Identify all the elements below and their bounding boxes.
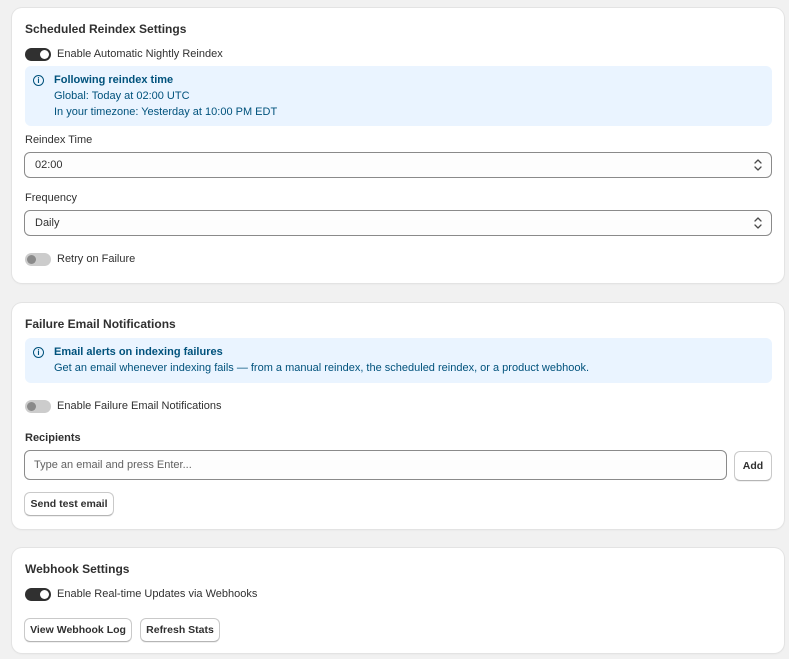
recipients-label: Recipients xyxy=(25,432,81,444)
info-icon: i xyxy=(33,75,44,86)
recipients-input[interactable]: Type an email and press Enter... xyxy=(24,450,727,480)
reindex-time-value: 02:00 xyxy=(35,159,63,171)
scheduled-reindex-card: Scheduled Reindex Settings Enable Automa… xyxy=(12,8,784,283)
webhook-settings-card: Webhook Settings Enable Real-time Update… xyxy=(12,548,784,653)
frequency-select[interactable]: Daily xyxy=(24,210,772,236)
failure-email-toggle-label: Enable Failure Email Notifications xyxy=(57,400,222,412)
view-webhook-log-button[interactable]: View Webhook Log xyxy=(24,618,132,642)
banner-description: Get an email whenever indexing fails — f… xyxy=(54,362,590,374)
failure-email-toggle[interactable] xyxy=(25,399,51,413)
email-alerts-banner: i Email alerts on indexing failures Get … xyxy=(25,338,772,383)
reindex-time-select[interactable]: 02:00 xyxy=(24,152,772,178)
frequency-label: Frequency xyxy=(25,192,77,204)
add-recipient-button[interactable]: Add xyxy=(734,451,772,481)
frequency-value: Daily xyxy=(35,217,60,229)
webhook-toggle-row[interactable]: Enable Real-time Updates via Webhooks xyxy=(25,587,257,601)
banner-local-time: In your timezone: Yesterday at 10:00 PM … xyxy=(54,106,278,118)
toggle-knob xyxy=(40,589,49,599)
recipients-placeholder: Type an email and press Enter... xyxy=(34,459,192,471)
toggle-knob xyxy=(40,49,49,59)
banner-title: Email alerts on indexing failures xyxy=(54,346,223,358)
toggle-knob xyxy=(27,254,36,264)
retry-toggle-row[interactable]: Retry on Failure xyxy=(25,252,135,266)
webhook-settings-title: Webhook Settings xyxy=(25,562,130,576)
retry-toggle[interactable] xyxy=(25,252,51,266)
nightly-reindex-toggle[interactable] xyxy=(25,47,51,61)
failure-email-title: Failure Email Notifications xyxy=(25,317,176,331)
send-test-email-button[interactable]: Send test email xyxy=(24,492,114,516)
toggle-knob xyxy=(27,401,36,411)
webhook-toggle[interactable] xyxy=(25,587,51,601)
banner-global-time: Global: Today at 02:00 UTC xyxy=(54,90,190,102)
refresh-stats-button[interactable]: Refresh Stats xyxy=(140,618,220,642)
reindex-time-label: Reindex Time xyxy=(25,134,93,146)
info-icon: i xyxy=(33,347,44,358)
retry-toggle-label: Retry on Failure xyxy=(57,253,136,265)
chevron-up-down-icon xyxy=(754,159,762,171)
chevron-up-down-icon xyxy=(754,217,762,229)
banner-title: Following reindex time xyxy=(54,74,174,86)
webhook-toggle-label: Enable Real-time Updates via Webhooks xyxy=(57,588,258,600)
failure-email-card: Failure Email Notifications i Email aler… xyxy=(12,303,784,529)
nightly-reindex-toggle-row[interactable]: Enable Automatic Nightly Reindex xyxy=(25,47,223,61)
reindex-time-banner: i Following reindex time Global: Today a… xyxy=(25,66,772,126)
failure-email-toggle-row[interactable]: Enable Failure Email Notifications xyxy=(25,399,221,413)
scheduled-reindex-title: Scheduled Reindex Settings xyxy=(25,22,187,36)
nightly-reindex-toggle-label: Enable Automatic Nightly Reindex xyxy=(57,48,223,60)
